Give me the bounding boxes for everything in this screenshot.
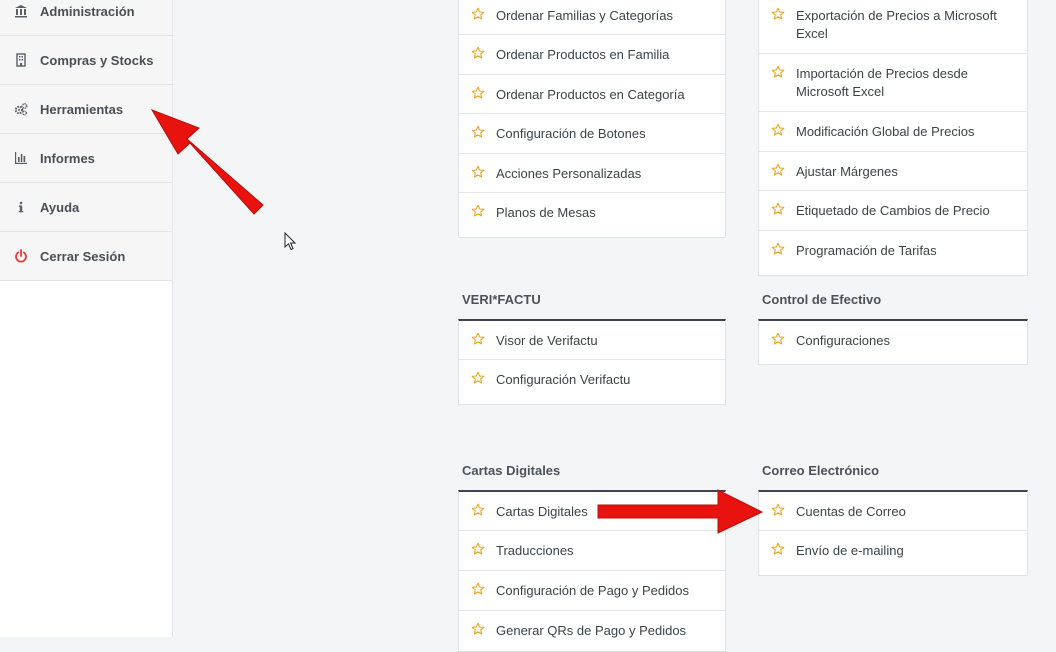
annotation-arrows [150,109,764,534]
arrow-to-herramientas [150,109,264,215]
arrow-to-cuentas-correo [597,489,764,534]
mouse-cursor-icon [284,232,297,251]
